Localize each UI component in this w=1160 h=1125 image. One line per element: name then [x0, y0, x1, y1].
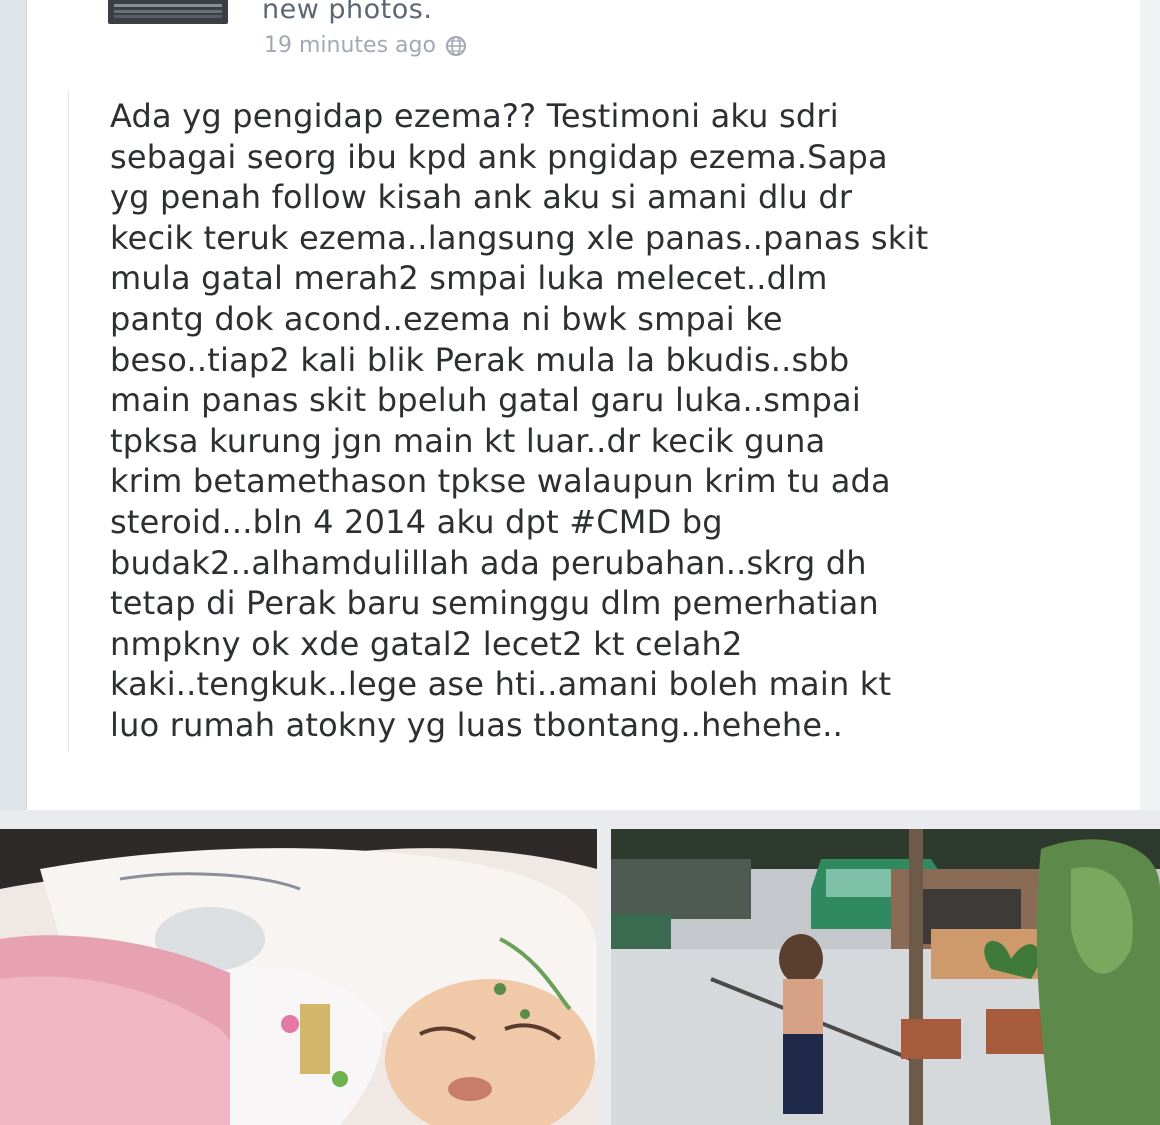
left-gutter — [0, 0, 26, 810]
right-gutter — [1140, 0, 1160, 810]
post-body-text: Ada yg pengidap ezema?? Testimoni aku sd… — [110, 97, 929, 744]
profile-avatar[interactable] — [108, 0, 228, 24]
thread-line — [68, 90, 69, 752]
post-timestamp[interactable]: 19 minutes ago — [264, 33, 468, 58]
post-photo-baby[interactable] — [0, 829, 597, 1125]
timestamp-text: 19 minutes ago — [264, 33, 436, 58]
post-header-text: new photos. — [262, 0, 433, 25]
post-photo-child[interactable] — [611, 829, 1160, 1125]
globe-icon — [444, 34, 468, 58]
